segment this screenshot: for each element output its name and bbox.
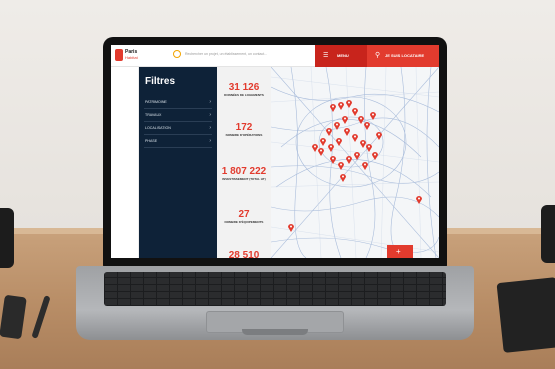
stat-value: 27 [238, 209, 250, 220]
map-pin-icon[interactable] [338, 102, 344, 110]
map-pin-icon[interactable] [318, 148, 324, 156]
map-pin-icon[interactable] [320, 138, 326, 146]
stat-block: 28 510 [217, 250, 271, 258]
filter-item-travaux[interactable]: TRAVAUX › [144, 110, 212, 122]
map-pin-icon[interactable] [352, 134, 358, 142]
stat-label: NOMBRE D'ÉQUIPEMENTS [224, 220, 264, 224]
mug-right [541, 205, 555, 263]
user-icon: ⚲ [375, 52, 381, 59]
app-screen: Paris Habitat Rechercher un projet, un é… [111, 45, 439, 258]
search-input[interactable]: Rechercher un projet, un établissement, … [185, 52, 267, 56]
top-bar: Paris Habitat Rechercher un projet, un é… [111, 45, 439, 67]
map-markers [288, 100, 422, 232]
map-view[interactable]: + [271, 67, 439, 258]
map-pin-icon[interactable] [336, 138, 342, 146]
map-pin-icon[interactable] [366, 144, 372, 152]
map-pin-icon[interactable] [340, 174, 346, 182]
filter-item-phase[interactable]: PHASE › [144, 136, 212, 148]
logo-subtitle: Habitat [125, 55, 138, 60]
map-pin-icon[interactable] [416, 196, 422, 204]
laptop-keyboard [104, 272, 446, 306]
stat-value: 1 807 222 [221, 166, 267, 177]
map-pin-icon[interactable] [326, 128, 332, 136]
map-pin-icon[interactable] [360, 140, 366, 148]
chevron-right-icon: › [209, 138, 211, 144]
plus-icon: + [396, 247, 401, 256]
filter-item-localisation[interactable]: LOCALISATION › [144, 123, 212, 135]
map-pin-icon[interactable] [358, 116, 364, 124]
stat-block: 31 126 DONNÉES DE LOGEMENTS [217, 82, 271, 98]
map-pin-icon[interactable] [344, 128, 350, 136]
mug-left [0, 208, 14, 268]
stat-label: NOMBRE D'OPÉRATIONS [225, 133, 263, 137]
chevron-right-icon: › [209, 112, 211, 118]
chevron-right-icon: › [209, 125, 211, 131]
map-pin-icon[interactable] [328, 144, 334, 152]
map-pin-icon[interactable] [352, 108, 358, 116]
map-pin-icon[interactable] [354, 152, 360, 160]
map-pin-icon[interactable] [330, 156, 336, 164]
menu-icon: ☰ [323, 53, 329, 59]
stat-block: 1 807 222 INVESTISSEMENT (TOTAL HT) [217, 166, 271, 182]
map-pin-icon[interactable] [330, 104, 336, 112]
map-pin-icon[interactable] [312, 144, 318, 152]
map-pin-icon[interactable] [334, 122, 340, 130]
notebook [496, 277, 555, 353]
map-pin-icon[interactable] [362, 162, 368, 170]
stats-panel: 31 126 DONNÉES DE LOGEMENTS 172 NOMBRE D… [217, 67, 271, 258]
account-button-label: JE SUIS LOCATAIRE [385, 53, 425, 58]
stat-value: 28 510 [228, 250, 260, 258]
sidebar-title: Filtres [145, 76, 176, 87]
map-pin-icon[interactable] [370, 112, 376, 120]
search-icon[interactable] [173, 50, 181, 58]
add-button[interactable]: + [387, 245, 413, 258]
account-button[interactable]: ⚲ JE SUIS LOCATAIRE [367, 45, 439, 67]
laptop-notch [242, 329, 308, 335]
stat-label: INVESTISSEMENT (TOTAL HT) [222, 177, 266, 181]
stat-value: 172 [235, 122, 253, 133]
stat-value: 31 126 [228, 82, 260, 93]
map-pin-icon[interactable] [346, 156, 352, 164]
logo-icon[interactable] [115, 49, 123, 61]
stat-label: DONNÉES DE LOGEMENTS [224, 93, 264, 97]
map-pin-icon[interactable] [288, 224, 294, 232]
stat-block: 27 NOMBRE D'ÉQUIPEMENTS [217, 209, 271, 225]
menu-button-label: MENU [337, 53, 349, 58]
filter-label: PHASE [145, 139, 158, 143]
map-pin-icon[interactable] [364, 122, 370, 130]
filter-label: PATRIMOINE [145, 100, 167, 104]
map-pin-icon[interactable] [338, 162, 344, 170]
map-pin-icon[interactable] [376, 132, 382, 140]
chevron-right-icon: › [209, 99, 211, 105]
left-margin [111, 67, 139, 258]
stat-block: 172 NOMBRE D'OPÉRATIONS [217, 122, 271, 138]
filters-sidebar: Filtres PATRIMOINE › TRAVAUX › LOCALISAT… [139, 67, 217, 258]
filter-label: TRAVAUX [145, 113, 162, 117]
map-pin-icon[interactable] [346, 100, 352, 108]
map-pin-icon[interactable] [372, 152, 378, 160]
menu-button[interactable]: ☰ MENU [315, 45, 367, 67]
filter-label: LOCALISATION [145, 126, 171, 130]
map-pin-icon[interactable] [342, 116, 348, 124]
filter-item-patrimoine[interactable]: PATRIMOINE › [144, 97, 212, 109]
